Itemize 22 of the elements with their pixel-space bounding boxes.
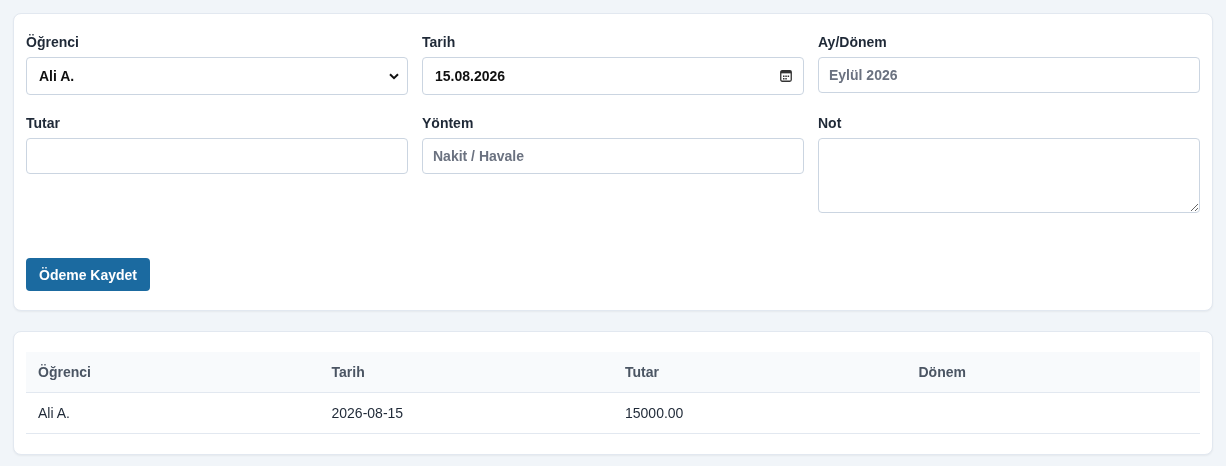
input-field[interactable]	[26, 138, 408, 174]
select-field[interactable]: Ali A.	[26, 57, 408, 95]
field-label: Öğrenci	[26, 34, 79, 50]
field-label: Not	[818, 115, 842, 131]
table-cell: 15000.00	[613, 392, 907, 434]
column-header: Dönem	[906, 352, 1200, 393]
field-label: Yöntem	[422, 115, 474, 131]
note-field[interactable]	[818, 138, 1200, 213]
field-label: Tutar	[26, 115, 60, 131]
table-cell: Ali A.	[26, 392, 320, 434]
input-field[interactable]: Eylül 2026	[818, 57, 1200, 93]
column-header: Tutar	[613, 352, 907, 393]
field-label: Tarih	[422, 34, 456, 50]
date-field[interactable]: 15.08.2026	[422, 57, 804, 95]
column-header: Tarih	[319, 352, 613, 393]
save-payment-button[interactable]: Ödeme Kaydet	[26, 258, 151, 291]
column-header: Öğrenci	[26, 352, 320, 393]
table-cell: 2026-08-15	[319, 392, 613, 434]
field-label: Ay/Dönem	[818, 34, 887, 50]
calendar-icon	[780, 70, 792, 82]
input-field[interactable]: Nakit / Havale	[422, 138, 804, 174]
chevron-icon	[389, 72, 399, 80]
